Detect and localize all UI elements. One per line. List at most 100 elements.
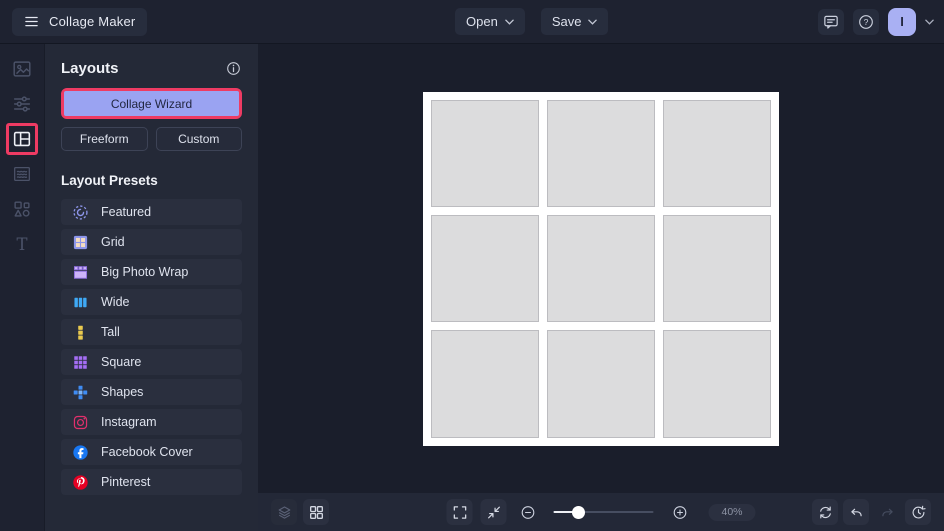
- adjust-icon: [11, 93, 33, 115]
- preset-label: Shapes: [101, 385, 143, 399]
- rail-item-text[interactable]: T: [4, 226, 40, 261]
- collage-manager-button[interactable]: [303, 499, 329, 525]
- preset-label: Pinterest: [101, 475, 150, 489]
- file-actions: Open Save: [455, 8, 608, 35]
- open-button-label: Open: [466, 14, 498, 29]
- collage-wizard-button[interactable]: Collage Wizard: [64, 91, 239, 116]
- avatar-initial: I: [900, 14, 904, 29]
- main-menu-button[interactable]: Collage Maker: [12, 8, 147, 36]
- expand-icon: [451, 504, 468, 521]
- collage-cell[interactable]: [663, 100, 771, 207]
- zoom-out-button[interactable]: [515, 499, 541, 525]
- preset-featured[interactable]: Featured: [61, 199, 242, 225]
- history-button[interactable]: [905, 499, 931, 525]
- preset-grid[interactable]: Grid: [61, 229, 242, 255]
- preset-label: Wide: [101, 295, 129, 309]
- refresh-icon: [817, 504, 834, 521]
- preset-shapes[interactable]: Shapes: [61, 379, 242, 405]
- hamburger-menu-icon[interactable]: [24, 14, 39, 29]
- preset-facebook[interactable]: Facebook Cover: [61, 439, 242, 465]
- instagram-icon: [72, 414, 89, 431]
- collage-canvas: [423, 92, 779, 446]
- collage-maker-app: Collage Maker Open Save ? I: [0, 0, 944, 531]
- preset-list: Featured Grid Big Photo Wrap Wide Tall Square…: [61, 199, 242, 495]
- collage-cell[interactable]: [547, 215, 655, 322]
- tool-rail: T: [0, 44, 44, 531]
- preset-label: Instagram: [101, 415, 157, 429]
- fullscreen-button[interactable]: [447, 499, 473, 525]
- regenerate-button[interactable]: [812, 499, 838, 525]
- svg-text:?: ?: [864, 17, 869, 27]
- rail-item-photo[interactable]: [4, 51, 40, 86]
- collage-cell[interactable]: [663, 215, 771, 322]
- photo-icon: [11, 58, 33, 80]
- preset-tall[interactable]: Tall: [61, 319, 242, 345]
- pinterest-icon: [72, 474, 89, 491]
- chevron-down-icon: [505, 19, 514, 25]
- account-menu-chevron[interactable]: [925, 19, 934, 25]
- app-title: Collage Maker: [49, 14, 135, 29]
- redo-button[interactable]: [874, 499, 900, 525]
- zoom-level-readout: 40%: [709, 504, 756, 521]
- chat-icon: [822, 13, 840, 31]
- custom-button[interactable]: Custom: [156, 127, 243, 151]
- layers-button[interactable]: [271, 499, 297, 525]
- collage-cell[interactable]: [431, 100, 539, 207]
- undo-icon: [848, 504, 865, 521]
- collage-cell[interactable]: [431, 215, 539, 322]
- layouts-panel: Layouts Collage Wizard Freeform Custom L…: [44, 44, 258, 531]
- rail-item-adjust[interactable]: [4, 86, 40, 121]
- undo-button[interactable]: [843, 499, 869, 525]
- preset-label: Featured: [101, 205, 151, 219]
- square-icon: [72, 354, 89, 371]
- preset-wide[interactable]: Wide: [61, 289, 242, 315]
- rail-item-layouts[interactable]: [6, 123, 38, 155]
- preset-instagram[interactable]: Instagram: [61, 409, 242, 435]
- zoom-controls: 40%: [447, 499, 756, 525]
- preset-label: Grid: [101, 235, 125, 249]
- avatar[interactable]: I: [888, 8, 916, 36]
- panel-title: Layouts: [61, 60, 119, 77]
- feedback-button[interactable]: [818, 9, 844, 35]
- stage-column: 40%: [258, 44, 944, 531]
- account-area: ? I: [818, 8, 944, 36]
- info-icon[interactable]: [225, 60, 242, 77]
- zoom-slider[interactable]: [554, 505, 654, 519]
- layers-icon: [276, 504, 293, 521]
- fit-screen-icon: [485, 504, 502, 521]
- collage-cell[interactable]: [663, 330, 771, 437]
- collage-cell[interactable]: [547, 100, 655, 207]
- shapes-icon: [72, 384, 89, 401]
- collage-cell[interactable]: [547, 330, 655, 437]
- graphics-icon: [11, 198, 33, 220]
- rail-item-frames[interactable]: [4, 156, 40, 191]
- save-button-label: Save: [552, 14, 582, 29]
- plus-circle-icon: [671, 504, 688, 521]
- redo-icon: [879, 504, 896, 521]
- workspace: T Layouts Collage Wizard Freeform Custom…: [0, 44, 944, 531]
- preset-label: Facebook Cover: [101, 445, 193, 459]
- open-button[interactable]: Open: [455, 8, 525, 35]
- preset-pinterest[interactable]: Pinterest: [61, 469, 242, 495]
- preset-square[interactable]: Square: [61, 349, 242, 375]
- featured-icon: [72, 204, 89, 221]
- text-icon: T: [11, 233, 33, 255]
- preset-label: Big Photo Wrap: [101, 265, 188, 279]
- svg-text:T: T: [16, 234, 27, 253]
- freeform-button[interactable]: Freeform: [61, 127, 148, 151]
- help-button[interactable]: ?: [853, 9, 879, 35]
- collage-cell[interactable]: [431, 330, 539, 437]
- zoom-slider-knob[interactable]: [572, 506, 585, 519]
- toolbar-right-group: [812, 499, 931, 525]
- tall-icon: [72, 324, 89, 341]
- fit-to-screen-button[interactable]: [481, 499, 507, 525]
- minus-circle-icon: [519, 504, 536, 521]
- top-bar: Collage Maker Open Save ? I: [0, 0, 944, 44]
- rail-item-graphics[interactable]: [4, 191, 40, 226]
- zoom-in-button[interactable]: [667, 499, 693, 525]
- panel-header: Layouts: [61, 58, 242, 78]
- chevron-down-icon: [925, 19, 934, 25]
- save-button[interactable]: Save: [541, 8, 609, 35]
- preset-big-photo-wrap[interactable]: Big Photo Wrap: [61, 259, 242, 285]
- facebook-icon: [72, 444, 89, 461]
